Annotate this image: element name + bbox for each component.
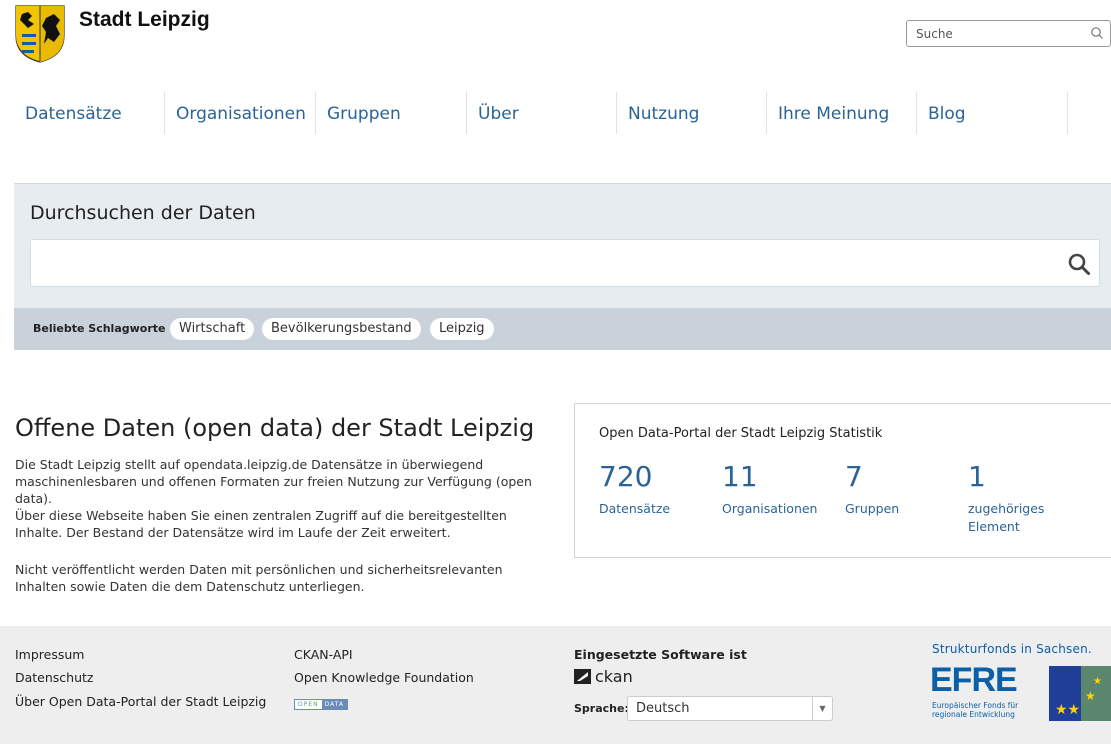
site-header: Stadt Leipzig [0,0,1111,80]
stat-organizations[interactable]: 11 Organisationen [722,460,817,518]
stat-groups-label[interactable]: Gruppen [845,500,899,518]
nav-item-ueber[interactable]: Über [467,92,617,134]
tag-leipzig[interactable]: Leipzig [430,318,494,340]
header-search-input[interactable] [907,21,1077,46]
ckan-icon [574,669,591,684]
dataset-search-input[interactable] [31,240,1031,286]
svg-text:★: ★ [1093,676,1102,687]
portal-statistics: Open Data-Portal der Stadt Leipzig Stati… [574,403,1111,558]
statistics-title: Open Data-Portal der Stadt Leipzig Stati… [599,426,883,441]
stat-related-items-label[interactable]: zugehöriges Element [968,500,1078,536]
footer-link-impressum[interactable]: Impressum [15,647,84,662]
footer-link-okfn[interactable]: Open Knowledge Foundation [294,670,474,685]
site-footer: Impressum Datenschutz Über Open Data-Por… [0,626,1111,744]
chevron-down-icon[interactable]: ▼ [812,697,832,720]
search-hero: Durchsuchen der Daten Beliebte Schlagwor… [14,183,1111,350]
stat-organizations-label[interactable]: Organisationen [722,500,817,518]
hero-title: Durchsuchen der Daten [30,202,256,224]
search-icon[interactable] [1090,26,1104,40]
footer-link-about[interactable]: Über Open Data-Portal der Stadt Leipzig [15,694,266,709]
open-data-badge-data: DATA [321,700,348,709]
nav-item-gruppen[interactable]: Gruppen [316,92,467,134]
stat-groups[interactable]: 7 Gruppen [845,460,899,518]
stat-related-items[interactable]: 1 zugehöriges Element [968,460,1078,536]
nav-item-blog[interactable]: Blog [917,92,1068,134]
nav-item-datensaetze[interactable]: Datensätze [0,92,165,134]
header-search-box[interactable] [906,20,1111,47]
nav-item-nutzung[interactable]: Nutzung [617,92,767,134]
footer-link-ckan-api[interactable]: CKAN-API [294,647,353,662]
stat-organizations-number[interactable]: 11 [722,460,817,494]
eu-flag-icon[interactable]: ★★ ★ ★ [1049,666,1111,721]
search-submit-icon[interactable] [1067,252,1091,276]
popular-tags-bar: Beliebte Schlagworte Wirtschaft Bevölker… [14,308,1111,350]
intro-paragraph-3: Nicht veröffentlicht werden Daten mit pe… [15,562,503,594]
main-navigation: Datensätze Organisationen Gruppen Über N… [0,92,1111,134]
language-select[interactable]: Deutsch ▼ [627,696,833,721]
efre-logo-text[interactable]: EFRE [930,662,1018,698]
ckan-name: ckan [595,667,633,686]
stat-datasets[interactable]: 720 Datensätze [599,460,670,518]
stat-datasets-label[interactable]: Datensätze [599,500,670,518]
tag-bevoelkerungsbestand[interactable]: Bevölkerungsbestand [262,318,421,340]
nav-item-ihre-meinung[interactable]: Ihre Meinung [767,92,917,134]
intro-title: Offene Daten (open data) der Stadt Leipz… [15,414,535,442]
stat-datasets-number[interactable]: 720 [599,460,670,494]
ckan-logo[interactable]: ckan [574,667,633,686]
stat-groups-number[interactable]: 7 [845,460,899,494]
popular-tags-label: Beliebte Schlagworte [33,322,166,335]
stat-related-items-number[interactable]: 1 [968,460,1078,494]
open-data-badge-open: OPEN [295,700,322,709]
site-title[interactable]: Stadt Leipzig [79,8,210,32]
intro-paragraph-1: Die Stadt Leipzig stellt auf opendata.le… [15,457,532,506]
language-label: Sprache: [574,702,629,715]
intro-paragraph-2: Über diese Webseite haben Sie einen zent… [15,508,507,540]
open-data-badge[interactable]: OPEN DATA [294,699,349,710]
leipzig-coat-of-arms-logo[interactable] [14,4,66,64]
software-label: Eingesetzte Software ist [574,647,747,662]
dataset-search-box[interactable] [30,239,1100,287]
efre-subtitle: Europäischer Fonds für regionale Entwick… [932,701,1019,719]
svg-text:★: ★ [1085,689,1096,703]
svg-text:★★: ★★ [1055,702,1080,718]
language-selected-value: Deutsch [636,701,690,716]
footer-link-datenschutz[interactable]: Datenschutz [15,670,94,685]
nav-item-organisationen[interactable]: Organisationen [165,92,316,134]
tag-wirtschaft[interactable]: Wirtschaft [170,318,255,340]
efre-heading: Strukturfonds in Sachsen. [932,642,1092,656]
